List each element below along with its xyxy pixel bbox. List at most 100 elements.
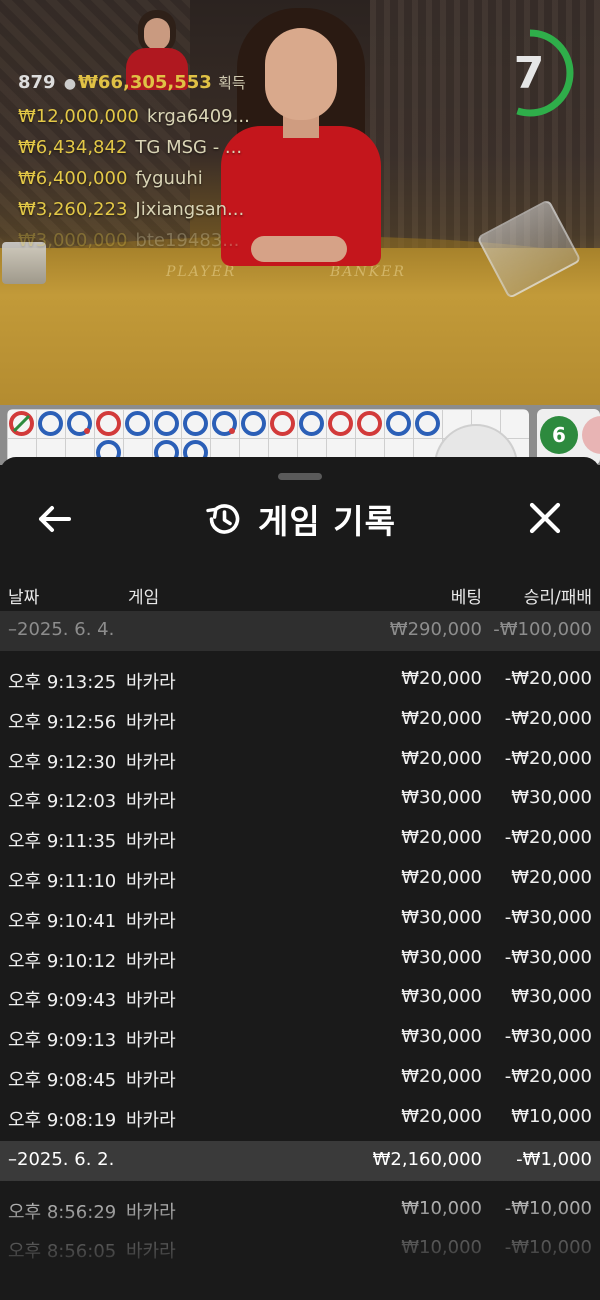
round-time: 오후 9:11:35	[8, 831, 117, 853]
win-loss-amount: -₩30,000	[504, 946, 592, 968]
game-name: 바카라	[126, 672, 176, 693]
bead-player	[183, 411, 208, 436]
back-button[interactable]	[28, 497, 80, 541]
group-date: –2025. 6. 2.	[8, 1148, 115, 1170]
round-time: 오후 9:12:56	[8, 711, 117, 733]
bet-amount: ₩20,000	[401, 668, 482, 689]
win-loss-amount: -₩20,000	[504, 668, 592, 689]
bet-amount: ₩10,000	[401, 1237, 482, 1259]
round-time: 오후 9:11:10	[8, 870, 117, 892]
column-header-bet[interactable]: 베팅	[451, 583, 482, 608]
round-time: 오후 9:10:12	[8, 950, 117, 972]
game-name: 바카라	[126, 950, 176, 972]
history-row[interactable]: 오후 9:09:43 바카라 ₩30,000 ₩30,000	[0, 976, 600, 1016]
win-loss-amount: -₩30,000	[504, 906, 592, 928]
win-loss-amount: -₩10,000	[504, 1237, 592, 1259]
game-name: 바카라	[126, 1030, 176, 1052]
bet-amount: ₩30,000	[401, 787, 482, 809]
winner-row: ₩3,260,223 Jixiangsan...	[18, 199, 268, 230]
game-name: 바카라	[126, 870, 176, 892]
game-name: 바카라	[126, 831, 176, 853]
win-loss-amount: ₩30,000	[511, 787, 592, 809]
history-row[interactable]: 오후 8:56:29 바카라 ₩10,000 -₩10,000	[0, 1188, 600, 1228]
table-header: 날짜 게임 베팅 승리/패배	[0, 573, 600, 613]
game-name: 바카라	[126, 1241, 176, 1263]
round-time: 오후 8:56:05	[8, 1241, 117, 1263]
winner-row: ₩3,000,000 bte19483...	[18, 230, 268, 261]
win-loss-amount: ₩10,000	[511, 1105, 592, 1127]
history-row[interactable]: 오후 9:11:35 바카라 ₩20,000 -₩20,000	[0, 817, 600, 857]
user-icon: ●	[63, 76, 77, 92]
win-loss-amount: ₩30,000	[511, 986, 592, 1008]
bead-player	[125, 411, 150, 436]
round-time: 오후 9:12:03	[8, 791, 117, 813]
history-row[interactable]: 오후 9:08:45 바카라 ₩20,000 -₩20,000	[0, 1056, 600, 1096]
round-time: 오후 9:08:45	[8, 1069, 117, 1091]
bead-tie-marker	[9, 411, 34, 436]
game-name: 바카라	[126, 1109, 176, 1131]
winner-amount: ₩6,400,000	[18, 168, 128, 189]
win-loss-amount: -₩20,000	[504, 827, 592, 849]
bead-player	[386, 411, 411, 436]
bead-player	[415, 411, 440, 436]
group-result-total: -₩1,000	[516, 1148, 592, 1170]
bead-banker	[328, 411, 353, 436]
column-header-date[interactable]: 날짜	[8, 583, 39, 608]
live-video[interactable]: PLAYER BANKER 879 ● ₩66,305,553 획득 ₩12,00…	[0, 0, 600, 405]
winner-amount: ₩3,000,000	[18, 230, 128, 251]
column-header-game[interactable]: 게임	[128, 583, 159, 608]
group-date: –2025. 6. 4.	[8, 619, 115, 640]
close-button[interactable]	[518, 495, 572, 541]
history-row[interactable]: 오후 9:12:56 바카라 ₩20,000 -₩20,000	[0, 698, 600, 738]
winner-row: ₩6,400,000 fyguuhi	[18, 168, 268, 199]
sheet-header: 게임 기록	[0, 493, 600, 545]
history-row[interactable]: 오후 9:12:30 바카라 ₩20,000 -₩20,000	[0, 738, 600, 778]
history-row[interactable]: 오후 9:10:41 바카라 ₩30,000 -₩30,000	[0, 897, 600, 937]
winners-list: ₩12,000,000 krga6409... ₩6,434,842 TG MSG …	[18, 106, 268, 261]
total-winnings: ₩66,305,553	[78, 72, 212, 93]
bet-amount: ₩30,000	[401, 1026, 482, 1048]
bet-amount: ₩30,000	[401, 946, 482, 968]
winner-amount: ₩3,260,223	[18, 199, 128, 220]
group-bet-total: ₩290,000	[389, 619, 482, 640]
bet-amount: ₩20,000	[401, 707, 482, 729]
win-loss-amount: ₩20,000	[511, 866, 592, 888]
round-time: 오후 9:09:13	[8, 1030, 117, 1052]
bead-player	[212, 411, 237, 436]
history-row[interactable]: 오후 9:09:13 바카라 ₩30,000 -₩30,000	[0, 1016, 600, 1056]
bet-amount: ₩20,000	[401, 827, 482, 849]
winner-name: fyguuhi	[135, 168, 203, 189]
game-name: 바카라	[126, 711, 176, 733]
winner-row: ₩6,434,842 TG MSG - ...	[18, 137, 268, 168]
winnings-label: 획득	[218, 74, 246, 92]
win-loss-amount: -₩20,000	[504, 747, 592, 769]
game-history-sheet: 게임 기록 날짜 게임 베팅 승리/패배 –2025. 6. 4. ₩290,0…	[0, 457, 600, 1300]
bead-player	[38, 411, 63, 436]
sheet-drag-handle[interactable]	[278, 473, 322, 480]
bet-amount: ₩10,000	[401, 1197, 482, 1219]
winner-name: krga6409...	[146, 106, 250, 127]
bet-amount: ₩20,000	[401, 747, 482, 769]
bead-player	[154, 411, 179, 436]
date-group-header[interactable]: –2025. 6. 4. ₩290,000 -₩100,000	[0, 611, 600, 651]
history-row[interactable]: 오후 9:12:03 바카라 ₩30,000 ₩30,000	[0, 777, 600, 817]
round-time: 오후 9:10:41	[8, 910, 117, 932]
history-row[interactable]: 오후 9:11:10 바카라 ₩20,000 ₩20,000	[0, 857, 600, 897]
history-row[interactable]: 오후 9:10:12 바카라 ₩30,000 -₩30,000	[0, 937, 600, 977]
game-name: 바카라	[126, 990, 176, 1012]
bead-player	[299, 411, 324, 436]
group-bet-total: ₩2,160,000	[372, 1148, 482, 1170]
history-row[interactable]: 오후 9:08:19 바카라 ₩20,000 ₩10,000	[0, 1096, 600, 1136]
history-icon	[204, 499, 244, 539]
bet-amount: ₩20,000	[401, 1105, 482, 1127]
bet-amount: ₩20,000	[401, 1065, 482, 1087]
history-row[interactable]: 오후 8:56:05 바카라 ₩10,000 -₩10,000	[0, 1227, 600, 1267]
bead-player	[241, 411, 266, 436]
player-count: 879	[18, 72, 56, 93]
close-icon	[529, 502, 561, 534]
tie-count-badge: 6	[540, 416, 578, 454]
date-group-header[interactable]: –2025. 6. 2. ₩2,160,000 -₩1,000	[0, 1140, 600, 1181]
history-row[interactable]: 오후 9:13:25 바카라 ₩20,000 -₩20,000	[0, 658, 600, 698]
column-header-result[interactable]: 승리/패배	[524, 583, 592, 608]
history-table: –2025. 6. 4. ₩290,000 -₩100,000 오후 9:13:…	[0, 611, 600, 1267]
